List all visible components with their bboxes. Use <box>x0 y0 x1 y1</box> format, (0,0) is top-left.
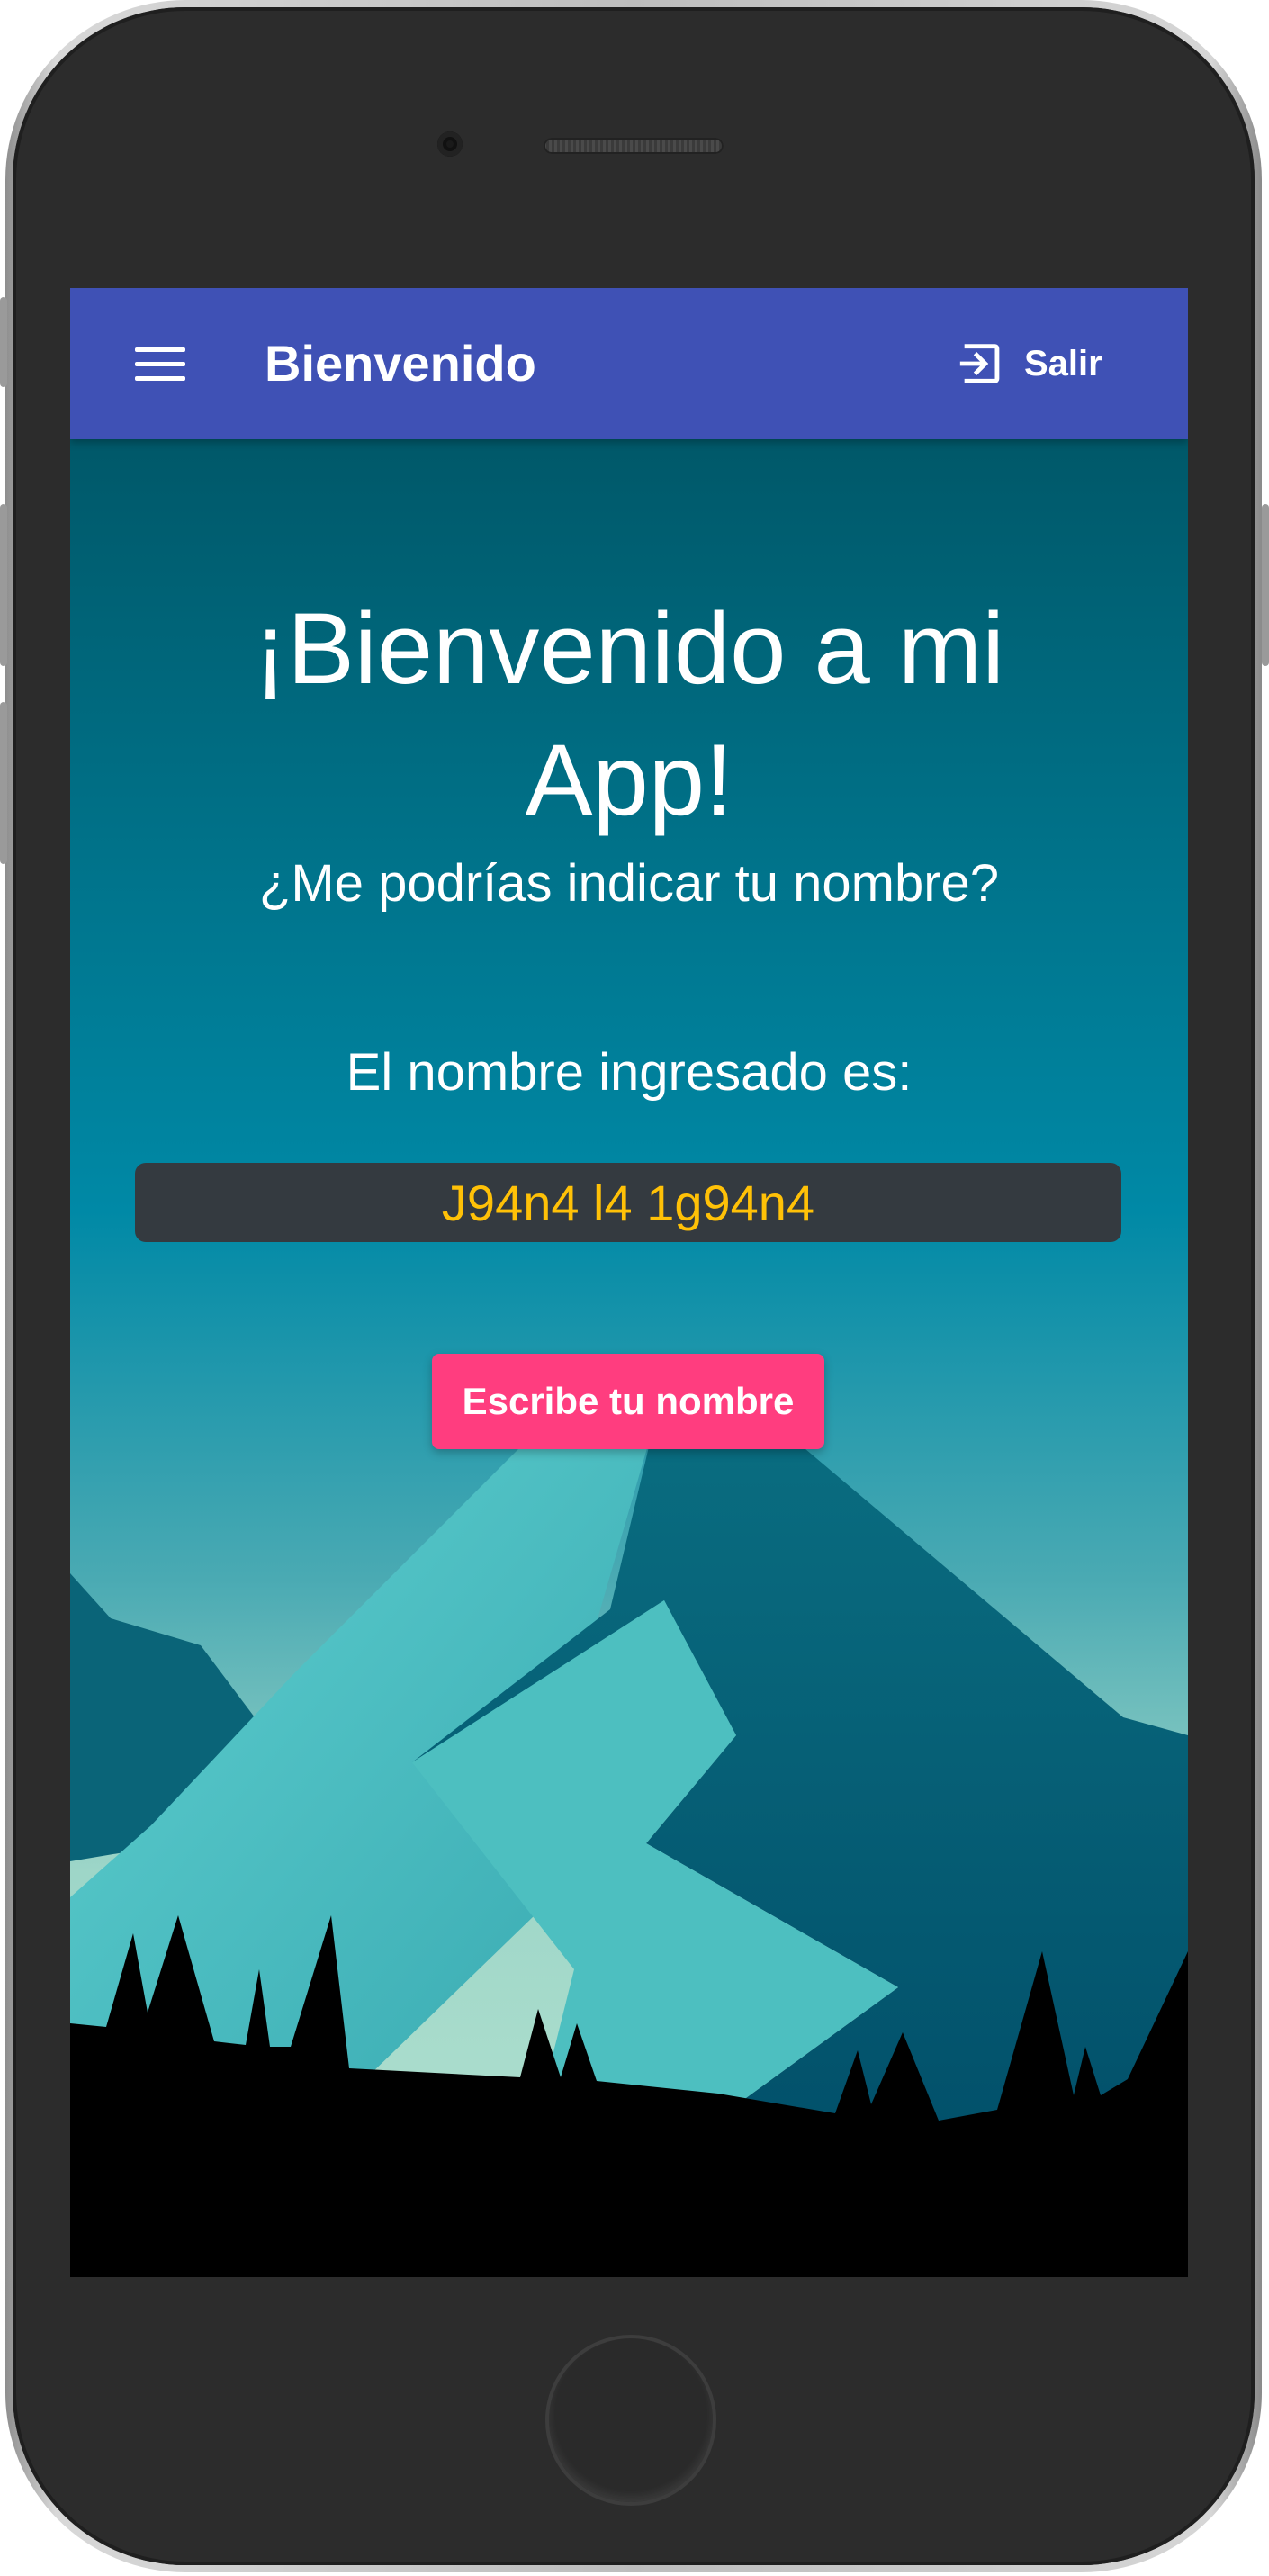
logout-button[interactable]: Salir <box>956 335 1102 392</box>
front-camera <box>437 131 463 157</box>
write-name-button[interactable]: Escribe tu nombre <box>432 1354 824 1449</box>
entered-name-label: El nombre ingresado es: <box>346 1043 913 1102</box>
name-question: ¿Me podrías indicar tu nombre? <box>258 854 1000 913</box>
home-button[interactable] <box>545 2335 716 2506</box>
app-bar: Bienvenido Salir <box>70 288 1188 439</box>
welcome-headline: ¡Bienvenido a mi App! <box>253 592 1005 836</box>
earpiece-speaker <box>544 138 724 154</box>
app-screen: Bienvenido Salir ¡Bienvenido a mi App! ¿… <box>70 288 1188 2277</box>
phone-side-button <box>0 504 7 666</box>
entered-name-display: J94n4 l4 1g94n4 <box>135 1163 1121 1242</box>
phone-side-button <box>0 702 7 864</box>
entered-name-value: J94n4 l4 1g94n4 <box>441 1174 815 1231</box>
phone-side-button <box>1262 504 1269 666</box>
logout-label: Salir <box>1024 343 1102 383</box>
page-title: Bienvenido <box>265 335 536 392</box>
phone-side-button <box>0 297 7 387</box>
logout-icon <box>959 344 1000 383</box>
menu-icon[interactable] <box>135 344 185 383</box>
